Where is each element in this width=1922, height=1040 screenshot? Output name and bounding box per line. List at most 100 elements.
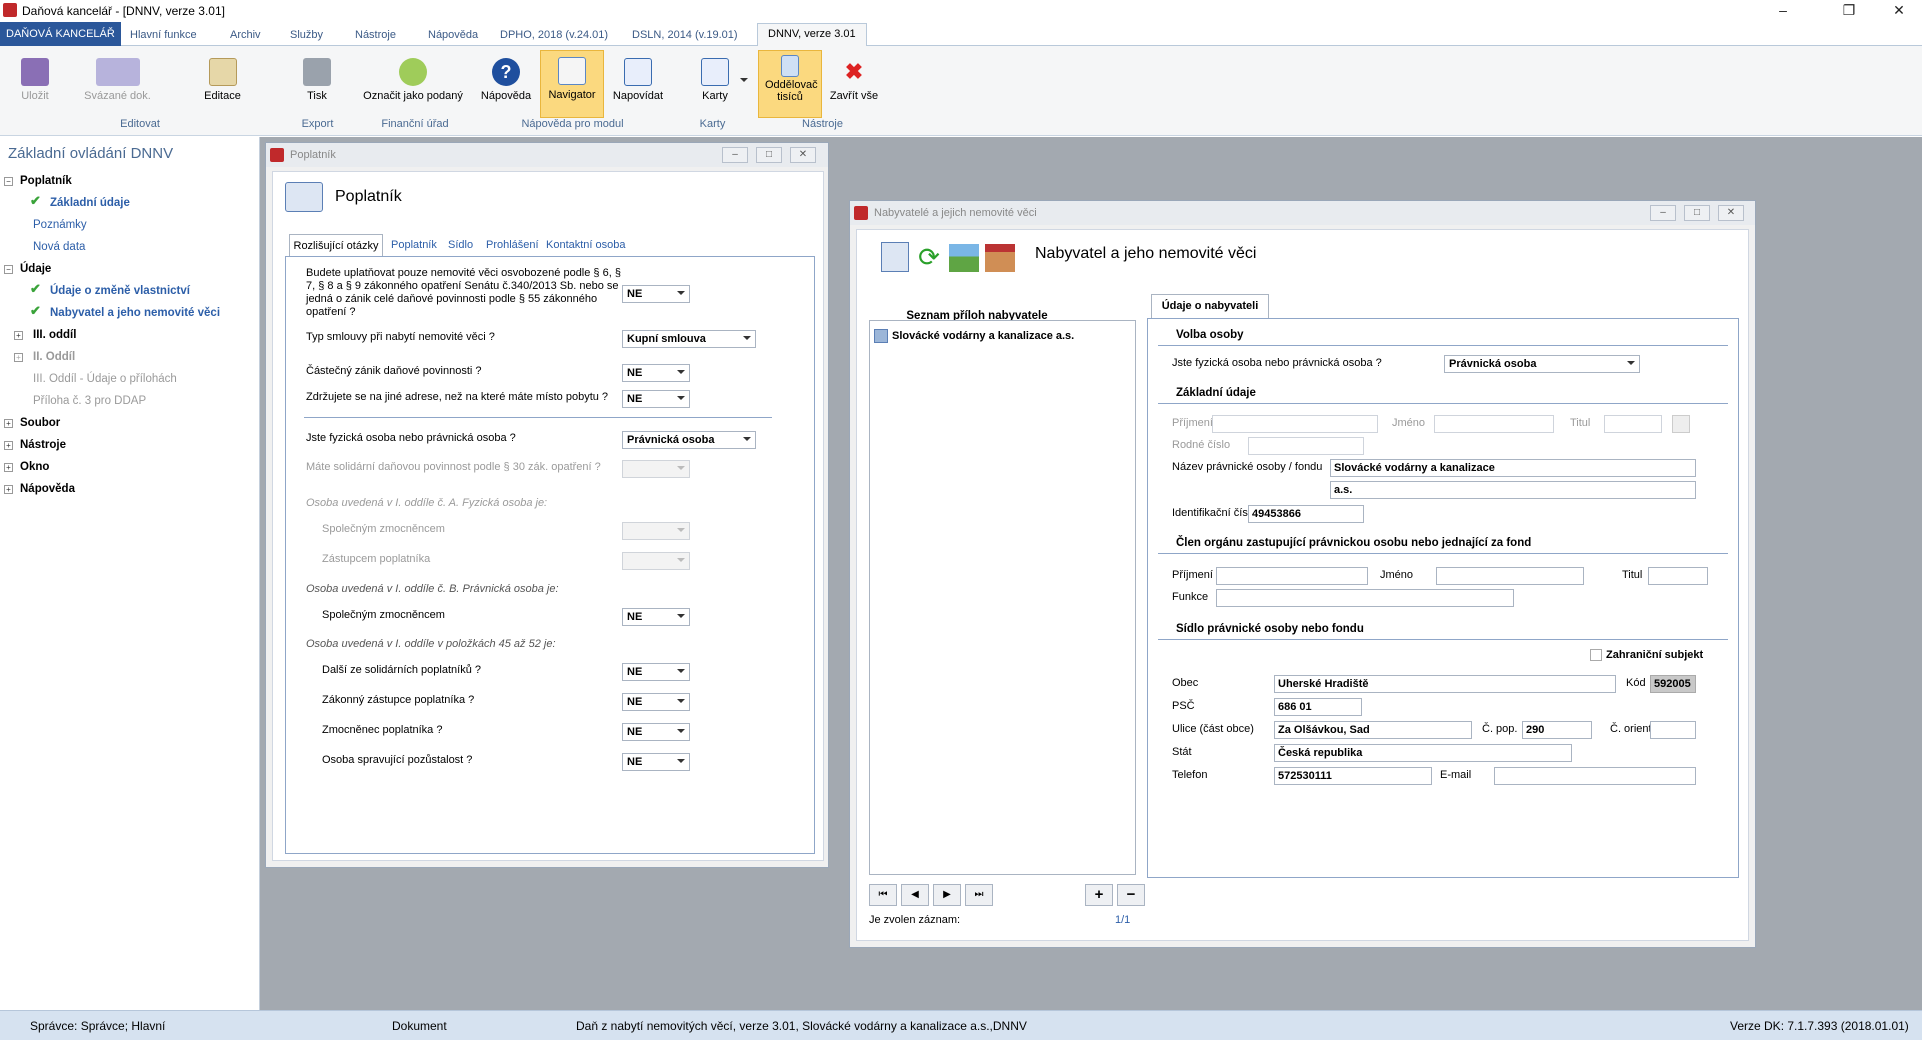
refresh-icon[interactable]: ⟳ bbox=[915, 242, 943, 272]
maximize-icon[interactable]: □ bbox=[756, 147, 782, 163]
add-record-button[interactable]: + bbox=[1085, 884, 1113, 906]
remove-record-button[interactable]: − bbox=[1117, 884, 1145, 906]
s3-dalsi-select[interactable]: NE bbox=[622, 663, 690, 681]
editace-button[interactable]: Editace bbox=[195, 54, 250, 118]
expand-icon[interactable]: + bbox=[4, 441, 13, 450]
close-icon[interactable]: ✕ bbox=[790, 147, 816, 163]
nav-nova-data[interactable]: Nová data bbox=[33, 236, 85, 258]
nav-udaje-o-zmene[interactable]: Údaje o změně vlastnictví bbox=[50, 280, 190, 302]
napovidat-button[interactable]: Napovídat bbox=[608, 54, 668, 118]
s3-zakonny-select[interactable]: NE bbox=[622, 693, 690, 711]
minimize-icon[interactable]: – bbox=[1760, 0, 1806, 22]
tab-danova-kancelar[interactable]: DAŇOVÁ KANCELÁŘ bbox=[0, 22, 121, 46]
close-icon[interactable]: ✕ bbox=[1876, 0, 1922, 22]
jina-adresa-select[interactable]: NE bbox=[622, 390, 690, 408]
osvobozene-select[interactable]: NE bbox=[622, 285, 690, 303]
restore-icon[interactable]: ❐ bbox=[1826, 0, 1872, 22]
ulozit-button[interactable]: Uložit bbox=[10, 54, 60, 118]
svazane-dok-button[interactable]: Svázané dok. bbox=[80, 54, 155, 118]
psc-input[interactable]: 686 01 bbox=[1274, 698, 1362, 716]
collapse-icon[interactable]: − bbox=[4, 177, 13, 186]
check-icon: ✔ bbox=[30, 193, 41, 208]
tab-archiv[interactable]: Archiv bbox=[220, 25, 271, 46]
expand-icon[interactable]: + bbox=[4, 463, 13, 472]
expand-icon[interactable]: + bbox=[4, 485, 13, 494]
landscape-icon[interactable] bbox=[949, 244, 979, 272]
list-item[interactable]: Slovácké vodárny a kanalizace a.s. bbox=[892, 330, 1074, 342]
first-record-icon[interactable]: ⏮ bbox=[869, 884, 897, 906]
clen-titul-input[interactable] bbox=[1648, 567, 1708, 585]
tab-dnnv[interactable]: DNNV, verze 3.01 bbox=[757, 23, 867, 47]
close-icon[interactable]: ✕ bbox=[1718, 205, 1744, 221]
napoveda-button[interactable]: ? Nápověda bbox=[480, 54, 532, 118]
s3-pozustalost-select[interactable]: NE bbox=[622, 753, 690, 771]
tab-prohlaseni[interactable]: Prohlášení bbox=[486, 239, 539, 251]
tab-kontaktni-osoba[interactable]: Kontaktní osoba bbox=[546, 239, 626, 251]
castecny-zanik-select[interactable]: NE bbox=[622, 364, 690, 382]
collapse-icon[interactable]: − bbox=[4, 265, 13, 274]
zahranicni-checkbox[interactable] bbox=[1590, 649, 1602, 661]
tisk-button[interactable]: Tisk bbox=[297, 54, 337, 118]
oddelovac-tisicu-button[interactable]: Oddělovač tisíců bbox=[758, 50, 822, 118]
nav-poplatnik[interactable]: Poplatník bbox=[20, 170, 72, 192]
stat-input[interactable]: Česká republika bbox=[1274, 744, 1572, 762]
tab-poplatnik[interactable]: Poplatník bbox=[391, 239, 437, 251]
nav-zakladni-udaje[interactable]: Základní údaje bbox=[50, 192, 130, 214]
oznacit-jako-podany-button[interactable]: Označit jako podaný bbox=[358, 54, 468, 118]
s2-spolecnym-select[interactable]: NE bbox=[622, 608, 690, 626]
tab-udaje-o-nabyvateli[interactable]: Údaje o nabyvateli bbox=[1151, 294, 1269, 318]
tab-nastroje[interactable]: Nástroje bbox=[345, 25, 406, 46]
clen-prijmeni-input[interactable] bbox=[1216, 567, 1368, 585]
navigator-button[interactable]: Navigator bbox=[540, 50, 604, 118]
nav-iii-oddil[interactable]: III. oddíl bbox=[33, 324, 76, 346]
person-list-icon[interactable] bbox=[881, 242, 909, 272]
nazev-input-2[interactable]: a.s. bbox=[1330, 481, 1696, 499]
ulice-label: Ulice (část obce) bbox=[1172, 723, 1254, 735]
email-input[interactable] bbox=[1494, 767, 1696, 785]
tab-napoveda[interactable]: Nápověda bbox=[418, 25, 488, 46]
telefon-input[interactable]: 572530111 bbox=[1274, 767, 1432, 785]
prev-record-icon[interactable]: ◀ bbox=[901, 884, 929, 906]
ulice-input[interactable]: Za Olšávkou, Sad bbox=[1274, 721, 1472, 739]
fyzicka-pravnicka-select[interactable]: Právnická osoba bbox=[622, 431, 756, 449]
tab-hlavni-funkce[interactable]: Hlavní funkce bbox=[120, 25, 207, 46]
last-record-icon[interactable]: ⏭ bbox=[965, 884, 993, 906]
typ-smlouvy-select[interactable]: Kupní smlouva bbox=[622, 330, 756, 348]
house-icon[interactable] bbox=[985, 244, 1015, 272]
osoba-select[interactable]: Právnická osoba bbox=[1444, 355, 1640, 373]
clen-jmeno-input[interactable] bbox=[1436, 567, 1584, 585]
minimize-icon[interactable]: – bbox=[722, 147, 748, 163]
s3-zmocnenec-select[interactable]: NE bbox=[622, 723, 690, 741]
karty-button[interactable]: Karty bbox=[690, 54, 740, 118]
expand-icon[interactable]: + bbox=[14, 331, 23, 340]
funkce-input[interactable] bbox=[1216, 589, 1514, 607]
q-castecny-zanik: Částečný zánik daňové povinnosti ? bbox=[306, 365, 482, 377]
tab-rozlisujici-otazky[interactable]: Rozlišující otázky bbox=[289, 234, 383, 256]
check-icon: ✔ bbox=[30, 303, 41, 318]
nav-napoveda[interactable]: Nápověda bbox=[20, 478, 75, 500]
zavrit-vse-button[interactable]: ✖ Zavřít vše bbox=[826, 54, 882, 118]
nav-okno[interactable]: Okno bbox=[20, 456, 49, 478]
s1-spolecnym: Společným zmocněncem bbox=[322, 523, 445, 535]
nav-nabyvatel[interactable]: Nabyvatel a jeho nemovité věci bbox=[50, 302, 220, 324]
karty-dropdown-icon[interactable] bbox=[740, 78, 748, 82]
nav-nastroje[interactable]: Nástroje bbox=[20, 434, 66, 456]
tab-dpho[interactable]: DPHO, 2018 (v.24.01) bbox=[490, 25, 618, 46]
tab-sluzby[interactable]: Služby bbox=[280, 25, 333, 46]
next-record-icon[interactable]: ▶ bbox=[933, 884, 961, 906]
expand-icon[interactable]: + bbox=[4, 419, 13, 428]
tab-sidlo[interactable]: Sídlo bbox=[448, 239, 473, 251]
maximize-icon[interactable]: □ bbox=[1684, 205, 1710, 221]
nazev-input-1[interactable]: Slovácké vodárny a kanalizace bbox=[1330, 459, 1696, 477]
nav-poznamky[interactable]: Poznámky bbox=[33, 214, 87, 236]
corient-input[interactable] bbox=[1650, 721, 1696, 739]
nav-udaje[interactable]: Údaje bbox=[20, 258, 51, 280]
ico-input[interactable]: 49453866 bbox=[1248, 505, 1364, 523]
nav-soubor[interactable]: Soubor bbox=[20, 412, 60, 434]
s3-zakonny: Zákonný zástupce poplatníka ? bbox=[322, 694, 475, 706]
tab-dsln[interactable]: DSLN, 2014 (v.19.01) bbox=[622, 25, 748, 46]
cpop-input[interactable]: 290 bbox=[1522, 721, 1592, 739]
obec-input[interactable]: Uherské Hradiště bbox=[1274, 675, 1616, 693]
q-osvobozene: Budete uplatňovat pouze nemovité věci os… bbox=[306, 267, 621, 318]
minimize-icon[interactable]: – bbox=[1650, 205, 1676, 221]
